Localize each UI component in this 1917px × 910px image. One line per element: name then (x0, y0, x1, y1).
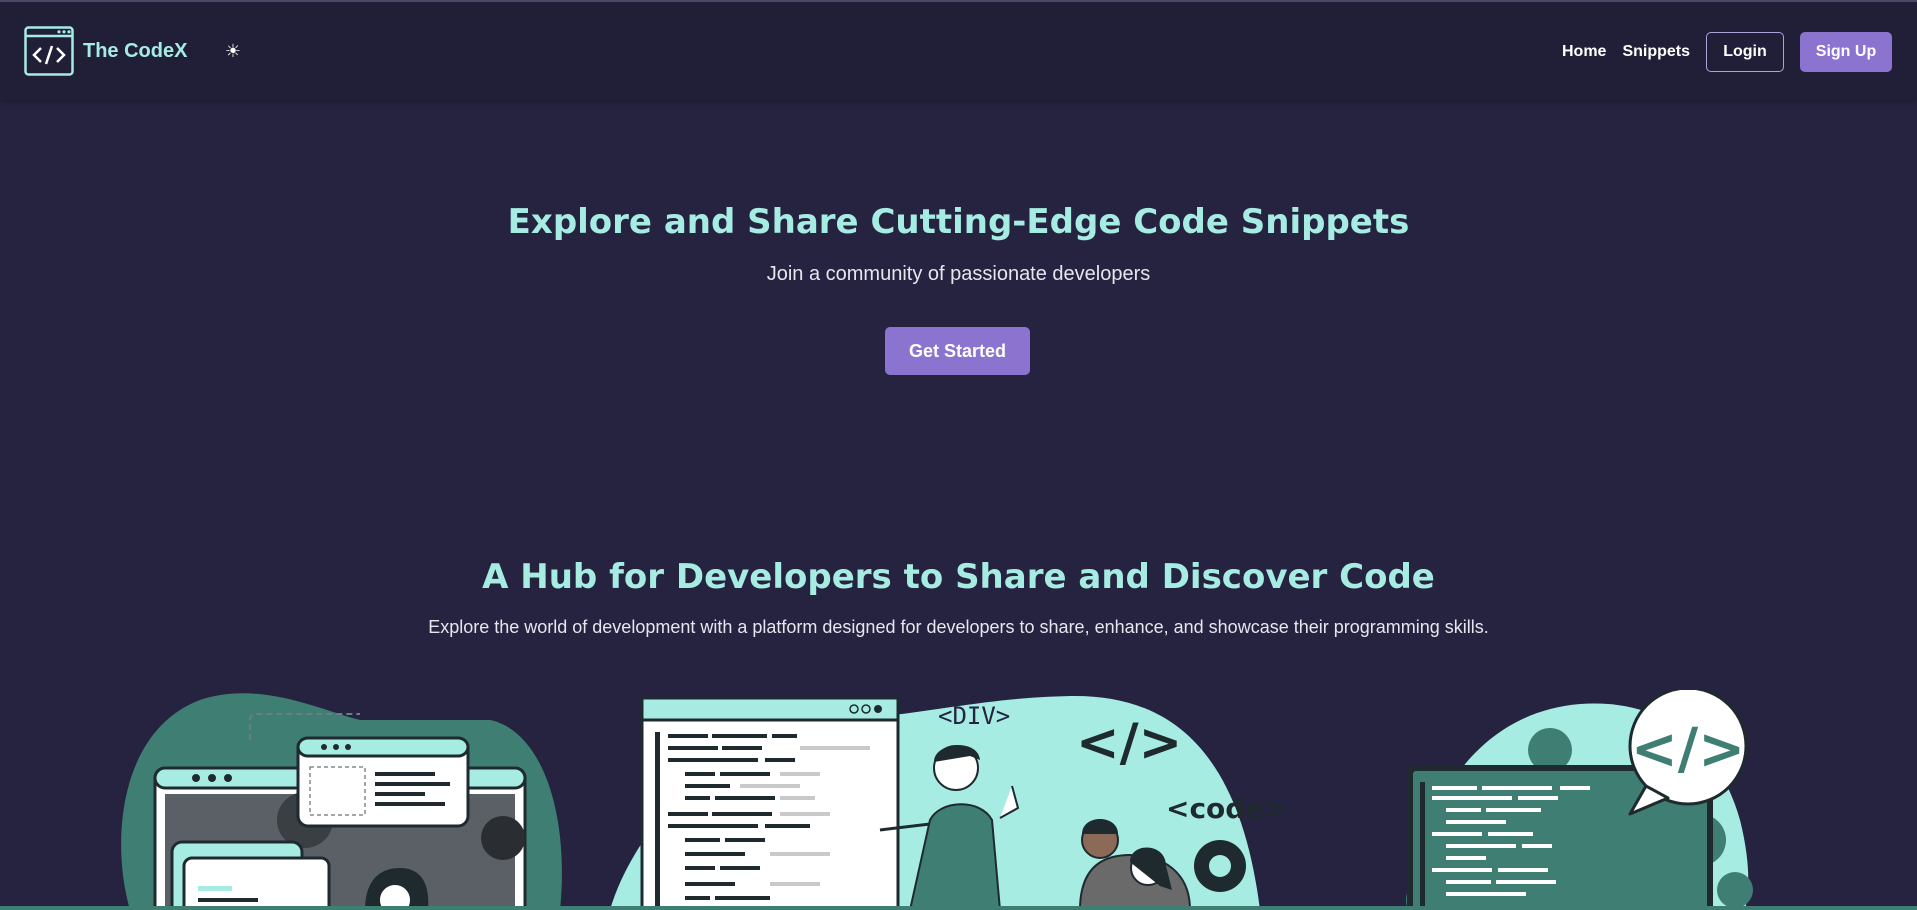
signup-button[interactable]: Sign Up (1800, 32, 1892, 72)
hub-title: A Hub for Developers to Share and Discov… (482, 557, 1435, 597)
brand-home-link[interactable]: The CodeX (24, 26, 187, 76)
code-monitor-illustration: </> (1406, 690, 1753, 910)
login-button[interactable]: Login (1706, 32, 1784, 72)
nav-links: Home Snippets Login Sign Up (1562, 32, 1892, 72)
browser-windows-illustration (121, 693, 562, 910)
bottom-accent-bar (0, 906, 1917, 910)
navbar: The CodeX ☀ Home Snippets Login Sign Up (0, 0, 1917, 100)
nav-link-snippets[interactable]: Snippets (1622, 43, 1690, 61)
hero-title: Explore and Share Cutting-Edge Code Snip… (507, 202, 1410, 242)
hero-subtitle: Join a community of passionate developer… (766, 263, 1151, 285)
div-tag-label: <DIV> (938, 702, 1010, 730)
theme-toggle-sun-icon[interactable]: ☀ (222, 40, 244, 62)
code-tag-label: <code> (1166, 792, 1288, 825)
code-window-icon (24, 26, 74, 76)
nav-link-home[interactable]: Home (1562, 43, 1606, 61)
bubble-code-symbol: </> (1631, 717, 1745, 782)
brand-name: The CodeX (83, 39, 188, 62)
get-started-button[interactable]: Get Started (885, 327, 1030, 375)
code-symbol-label: </> (1076, 713, 1182, 773)
hub-subtitle: Explore the world of development with a … (428, 617, 1489, 637)
developers-code-board-illustration: <DIV> </> <code> (610, 695, 1288, 910)
